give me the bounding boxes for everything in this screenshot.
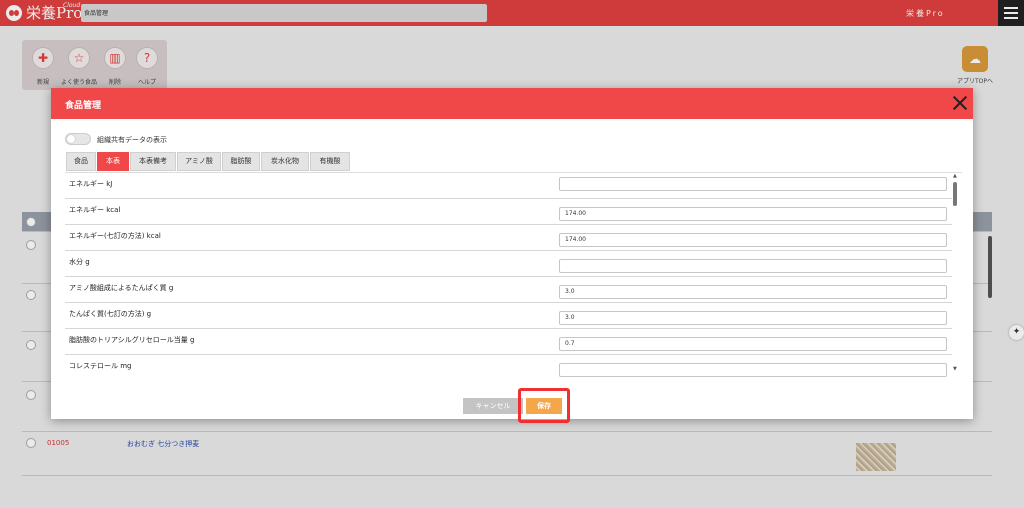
field-input[interactable]: 0.7	[559, 337, 947, 351]
tab-main-table[interactable]: 本表	[97, 152, 129, 171]
field-input[interactable]: 174.00	[559, 233, 947, 247]
tab-carbohydrate[interactable]: 炭水化物	[261, 152, 309, 171]
field-label: コレステロール mg	[69, 362, 132, 370]
field-label: たんぱく質(七訂の方法) g	[69, 310, 152, 318]
food-edit-modal: 食品管理 組織共有データの表示 食品 本表 本表備考 アミノ酸 脂肪酸 炭水化物…	[51, 88, 973, 423]
tab-food[interactable]: 食品	[66, 152, 96, 171]
nutrient-table: エネルギー kJ エネルギー kcal 174.00 エネルギー(七訂の方法) …	[65, 172, 962, 377]
field-input[interactable]: 3.0	[559, 311, 947, 325]
field-input[interactable]	[559, 259, 947, 273]
share-data-toggle[interactable]	[65, 133, 91, 145]
field-label: アミノ酸組成によるたんぱく質 g	[69, 284, 174, 292]
tab-organic-acid[interactable]: 有機酸	[310, 152, 350, 171]
save-button[interactable]: 保存	[526, 398, 562, 414]
field-label: エネルギー kcal	[69, 206, 121, 214]
table-row: コレステロール mg	[65, 355, 952, 377]
field-label: 水分 g	[69, 258, 90, 266]
table-row: エネルギー kcal 174.00	[65, 199, 952, 225]
modal-title: 食品管理	[65, 101, 102, 111]
table-row: アミノ酸組成によるたんぱく質 g 3.0	[65, 277, 952, 303]
table-row: 水分 g	[65, 251, 952, 277]
share-data-toggle-label: 組織共有データの表示	[97, 136, 167, 144]
close-icon[interactable]	[951, 94, 969, 112]
modal-header: 食品管理	[51, 88, 973, 119]
field-input[interactable]	[559, 177, 947, 191]
field-input[interactable]: 174.00	[559, 207, 947, 221]
table-row: エネルギー kJ	[65, 173, 952, 199]
tab-amino-acid[interactable]: アミノ酸	[177, 152, 221, 171]
tab-main-notes[interactable]: 本表備考	[130, 152, 176, 171]
table-row: たんぱく質(七訂の方法) g 3.0	[65, 303, 952, 329]
tab-fatty-acid[interactable]: 脂肪酸	[222, 152, 260, 171]
table-row: 脂肪酸のトリアシルグリセロール当量 g 0.7	[65, 329, 952, 355]
field-input[interactable]: 3.0	[559, 285, 947, 299]
table-row: エネルギー(七訂の方法) kcal 174.00	[65, 225, 952, 251]
cancel-button[interactable]: キャンセル	[463, 398, 523, 414]
scroll-down-icon[interactable]: ▼	[953, 366, 957, 372]
field-input[interactable]	[559, 363, 947, 377]
field-label: エネルギー kJ	[69, 180, 113, 188]
field-label: エネルギー(七訂の方法) kcal	[69, 232, 161, 240]
table-scrollbar[interactable]	[953, 182, 957, 206]
field-label: 脂肪酸のトリアシルグリセロール当量 g	[69, 336, 195, 344]
scroll-up-icon[interactable]: ▲	[953, 173, 957, 179]
